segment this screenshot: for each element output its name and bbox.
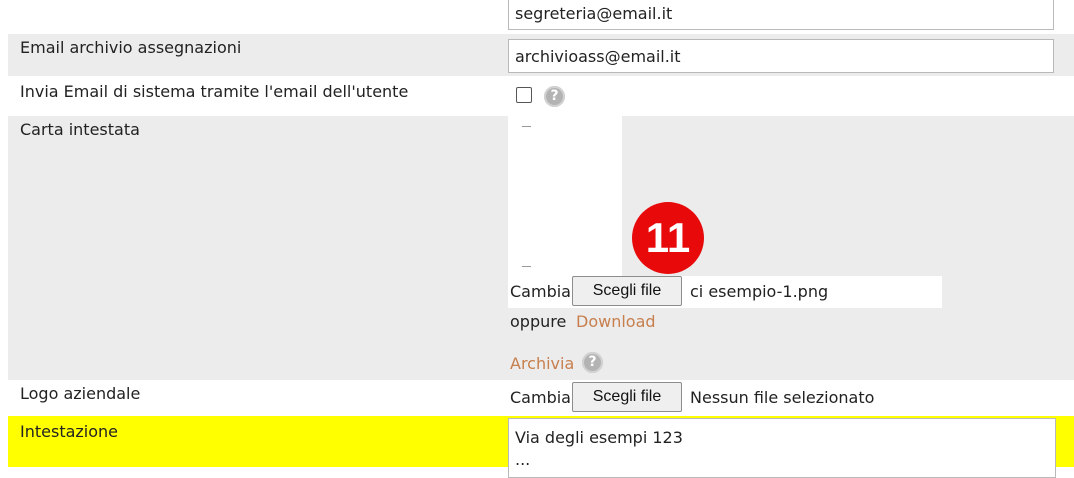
- logo-file-control: Cambia Scegli file Nessun file seleziona…: [508, 382, 928, 414]
- choose-file-button[interactable]: Scegli file: [572, 382, 682, 412]
- download-link[interactable]: Download: [576, 312, 656, 331]
- preview-mark: [522, 266, 531, 267]
- form-label-logo-aziendale: Logo aziendale: [20, 384, 141, 403]
- form-label-intestazione: Intestazione: [20, 422, 119, 441]
- intestazione-textarea[interactable]: Via degli esempi 123 ...: [508, 418, 1056, 478]
- form-row-logo-aziendale: Logo aziendale Cambia Scegli file Nessun…: [8, 380, 1074, 416]
- choose-file-button[interactable]: Scegli file: [572, 276, 682, 306]
- form-label-archivio-email: Email archivio assegnazioni: [20, 38, 242, 57]
- form-row-invia-email: Invia Email di sistema tramite l'email d…: [8, 76, 1074, 116]
- letterhead-file-control: Cambia Scegli file ci esempio-1.png: [508, 276, 942, 308]
- form-label-invia-email: Invia Email di sistema tramite l'email d…: [20, 82, 409, 101]
- left-gutter: [0, 0, 8, 467]
- or-label: oppure: [510, 312, 567, 331]
- preview-mark: [522, 126, 531, 127]
- form-row-archivio-email: Email archivio assegnazioni: [8, 34, 1074, 76]
- change-label: Cambia: [510, 282, 571, 301]
- selected-file-name: Nessun file selezionato: [690, 388, 875, 407]
- form-row-segreteria: [8, 0, 1074, 34]
- form-row-intestazione: Intestazione Via degli esempi 123 ...: [8, 416, 1074, 478]
- segreteria-email-input[interactable]: [508, 0, 1054, 30]
- change-label: Cambia: [510, 388, 571, 407]
- help-icon[interactable]: ?: [582, 352, 603, 373]
- selected-file-name: ci esempio-1.png: [690, 282, 829, 301]
- annotation-badge: 11: [632, 202, 704, 274]
- form-label-carta-intestata: Carta intestata: [20, 120, 140, 139]
- invia-email-checkbox[interactable]: [516, 87, 532, 103]
- help-icon[interactable]: ?: [544, 86, 565, 107]
- letterhead-preview-image: [508, 116, 622, 276]
- archivio-email-input[interactable]: [508, 39, 1054, 73]
- settings-form: Email archivio assegnazioni Invia Email …: [0, 0, 1074, 478]
- form-row-carta-intestata: Carta intestata Cambia Scegli file ci es…: [8, 116, 1074, 380]
- archive-link[interactable]: Archivia: [510, 354, 574, 373]
